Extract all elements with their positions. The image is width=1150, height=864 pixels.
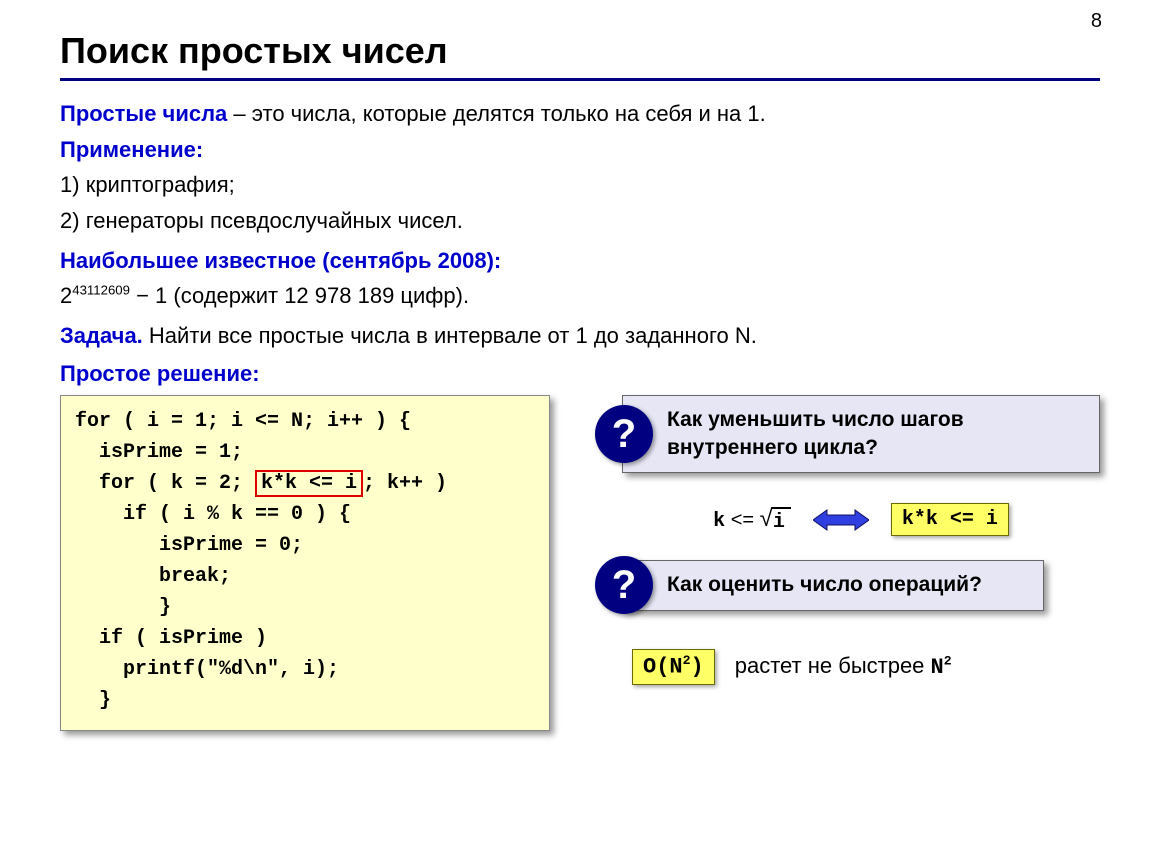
code-l8: if ( isPrime ) xyxy=(75,627,267,650)
code-l5: isPrime = 0; xyxy=(75,534,303,557)
equation-row: k <= √i k*k <= i xyxy=(622,503,1100,536)
largest-base: 2 xyxy=(60,283,72,308)
definition-label: Простые числа xyxy=(60,101,227,126)
code-l4: if ( i % k == 0 ) { xyxy=(75,503,351,526)
app-item-2-text: генераторы псевдослучайных чисел. xyxy=(86,208,463,233)
title-rule xyxy=(60,78,1100,81)
double-arrow-icon xyxy=(813,508,869,532)
app-item-1-num: 1) xyxy=(60,172,80,197)
applications-label: Применение: xyxy=(60,137,203,162)
question-callout-2: ? Как оценить число операций? xyxy=(622,560,1044,610)
task-text: Найти все простые числа в интервале от 1… xyxy=(143,323,757,348)
eq-i: i xyxy=(771,507,791,536)
simple-solution-label: Простое решение: xyxy=(60,361,260,386)
question-1-text: Как уменьшить число шагов внутреннего ци… xyxy=(667,408,964,459)
grows-N: N xyxy=(931,655,944,680)
bigO-box: O(N2) xyxy=(632,649,715,685)
code-l1: for ( i = 1; i <= N; i++ ) { xyxy=(75,410,411,433)
bigO-exp: 2 xyxy=(683,653,691,668)
eq-right: k*k <= i xyxy=(891,503,1009,536)
code-l6: break; xyxy=(75,565,231,588)
page-number: 8 xyxy=(1091,10,1102,33)
bigO-close: ) xyxy=(691,654,704,679)
task: Задача. Найти все простые числа в интерв… xyxy=(60,321,1100,351)
largest-exp: 43112609 xyxy=(72,283,130,298)
bigO-label: O(N xyxy=(643,654,683,679)
grows-text-label: растет не быстрее xyxy=(735,653,931,678)
app-item-1: 1) криптография; xyxy=(60,170,1100,200)
largest-label: Наибольшее известное (сентябрь 2008): xyxy=(60,248,501,273)
eq-le: <= xyxy=(725,509,759,531)
question-icon: ? xyxy=(595,405,653,463)
largest-value: 243112609 − 1 (содержит 12 978 189 цифр)… xyxy=(60,281,1100,311)
code-highlight: k*k <= i xyxy=(255,470,363,497)
grows-exp: 2 xyxy=(944,653,952,668)
code-l3a: for ( k = 2; xyxy=(75,472,255,495)
question-2-text: Как оценить число операций? xyxy=(667,573,982,596)
code-l3c: ; k++ ) xyxy=(363,472,447,495)
grows-text: растет не быстрее N2 xyxy=(735,651,952,683)
question-icon: ? xyxy=(595,556,653,614)
code-l10: } xyxy=(75,689,111,712)
largest-rest: − 1 (содержит 12 978 189 цифр). xyxy=(130,283,469,308)
definition: Простые числа – это числа, которые делят… xyxy=(60,99,1100,129)
code-l7: } xyxy=(75,596,171,619)
app-item-2: 2) генераторы псевдослучайных чисел. xyxy=(60,206,1100,236)
code-block: for ( i = 1; i <= N; i++ ) { isPrime = 1… xyxy=(60,395,550,731)
app-item-2-num: 2) xyxy=(60,208,80,233)
complexity-row: O(N2) растет не быстрее N2 xyxy=(632,649,1100,685)
eq-left: k <= √i xyxy=(713,503,791,535)
code-l9: printf("%d\n", i); xyxy=(75,658,339,681)
code-l2: isPrime = 1; xyxy=(75,441,243,464)
eq-k: k xyxy=(713,510,725,533)
app-item-1-text: криптография; xyxy=(86,172,235,197)
question-callout-1: ? Как уменьшить число шагов внутреннего … xyxy=(622,395,1100,474)
definition-text: – это числа, которые делятся только на с… xyxy=(227,101,765,126)
slide-title: Поиск простых чисел xyxy=(60,30,1100,72)
task-label: Задача. xyxy=(60,323,143,348)
